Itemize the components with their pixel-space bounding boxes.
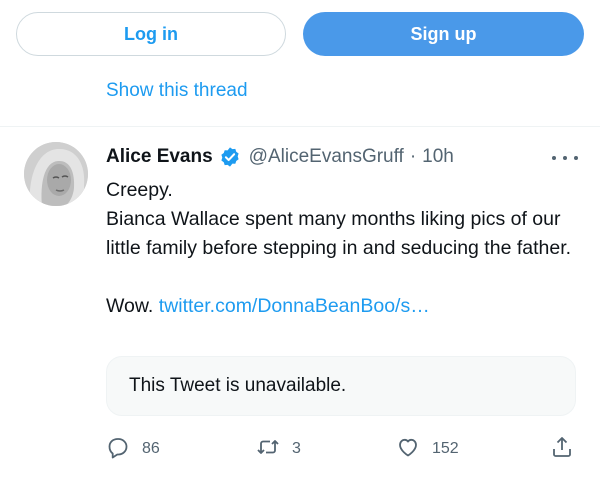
like-count: 152 xyxy=(432,440,459,457)
show-thread-link[interactable]: Show this thread xyxy=(106,80,248,102)
quoted-tweet-unavailable: This Tweet is unavailable. xyxy=(106,356,576,416)
tweet-header: Alice Evans @AliceEvansGruff · 10h xyxy=(106,146,454,168)
tweet-line: Creepy. xyxy=(106,179,173,201)
retweet-count: 3 xyxy=(292,440,301,457)
checkmark-verified-icon xyxy=(219,146,241,168)
like-icon xyxy=(396,435,420,464)
author-handle[interactable]: @AliceEvansGruff xyxy=(249,146,404,168)
reply-count: 86 xyxy=(142,440,160,457)
tweet-text-prefix: Wow. xyxy=(106,295,154,317)
avatar-photo xyxy=(24,142,88,206)
login-button[interactable]: Log in xyxy=(16,12,286,56)
tweet-timestamp[interactable]: 10h xyxy=(422,146,454,168)
author-name[interactable]: Alice Evans xyxy=(106,146,213,168)
reply-button[interactable]: 86 xyxy=(106,432,160,466)
unavailable-message: This Tweet is unavailable. xyxy=(129,375,347,396)
like-button[interactable]: 152 xyxy=(396,432,459,466)
share-icon xyxy=(550,435,574,464)
retweet-button[interactable]: 3 xyxy=(256,432,301,466)
retweet-icon xyxy=(256,435,280,464)
avatar[interactable] xyxy=(24,142,88,206)
separator-dot: · xyxy=(409,146,417,167)
tweet-line: Wow. twitter.com/DonnaBeanBoo/s… xyxy=(106,292,576,321)
signup-button[interactable]: Sign up xyxy=(303,12,584,56)
divider xyxy=(0,126,600,127)
reply-icon xyxy=(106,435,130,464)
tweet-line: Bianca Wallace spent many months liking … xyxy=(106,208,572,259)
more-icon[interactable] xyxy=(552,150,578,166)
tweet-text: Creepy. Bianca Wallace spent many months… xyxy=(106,176,576,321)
tweet-link[interactable]: twitter.com/DonnaBeanBoo/s… xyxy=(159,295,430,317)
share-button[interactable] xyxy=(550,432,574,466)
tweet-actions: 86 3 152 xyxy=(0,432,600,466)
